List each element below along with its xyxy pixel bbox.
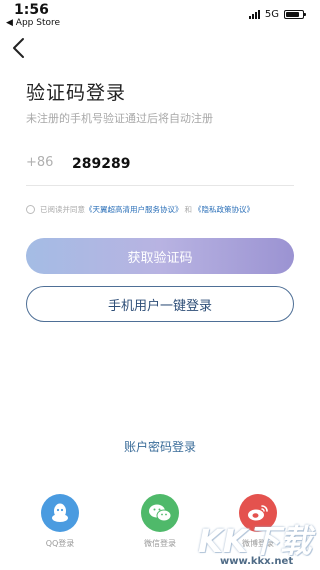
qq-login-label: QQ登录: [45, 539, 75, 548]
wechat-login[interactable]: 微信登录: [130, 494, 190, 549]
back-button[interactable]: [10, 36, 28, 60]
page-subtitle: 未注册的手机号验证通过后将自动注册: [26, 112, 213, 125]
qq-login[interactable]: QQ登录: [30, 494, 90, 549]
get-code-button[interactable]: 获取验证码: [26, 238, 294, 274]
network-type: 5G: [264, 9, 279, 20]
qq-icon: [41, 494, 79, 532]
wechat-login-label: 微信登录: [144, 539, 176, 548]
agreement-checkbox[interactable]: [26, 204, 35, 214]
phone-input[interactable]: [72, 150, 272, 178]
agreement-and: 和: [184, 204, 193, 214]
status-indicators: 5G: [248, 9, 306, 20]
one-key-login-button[interactable]: 手机用户一键登录: [26, 286, 294, 322]
status-time: 1:56: [14, 2, 49, 18]
watermark-url: www.kkx.net: [220, 556, 294, 567]
chevron-left-icon: [13, 38, 24, 58]
agreement-prefix: 已阅读并同意: [40, 204, 85, 214]
signal-icon: [248, 10, 260, 19]
status-bar: 1:56 ◀ App Store 5G: [0, 0, 320, 32]
battery-icon: [284, 10, 306, 19]
page-title: 验证码登录: [26, 82, 127, 104]
phone-field: +86: [26, 148, 294, 186]
wechat-icon: [141, 494, 179, 532]
agreement-row: 已阅读并同意 《天翼超高清用户服务协议》 和 《隐私政策协议》: [26, 202, 316, 216]
password-login-link[interactable]: 账户密码登录: [0, 438, 320, 455]
privacy-policy-link[interactable]: 《隐私政策协议》: [194, 204, 254, 215]
site-watermark: KK下载 www.kkx.net: [198, 516, 318, 570]
service-agreement-link[interactable]: 《天翼超高清用户服务协议》: [85, 204, 183, 215]
country-code[interactable]: +86: [26, 155, 53, 170]
back-to-app-store[interactable]: ◀ App Store: [6, 18, 60, 28]
